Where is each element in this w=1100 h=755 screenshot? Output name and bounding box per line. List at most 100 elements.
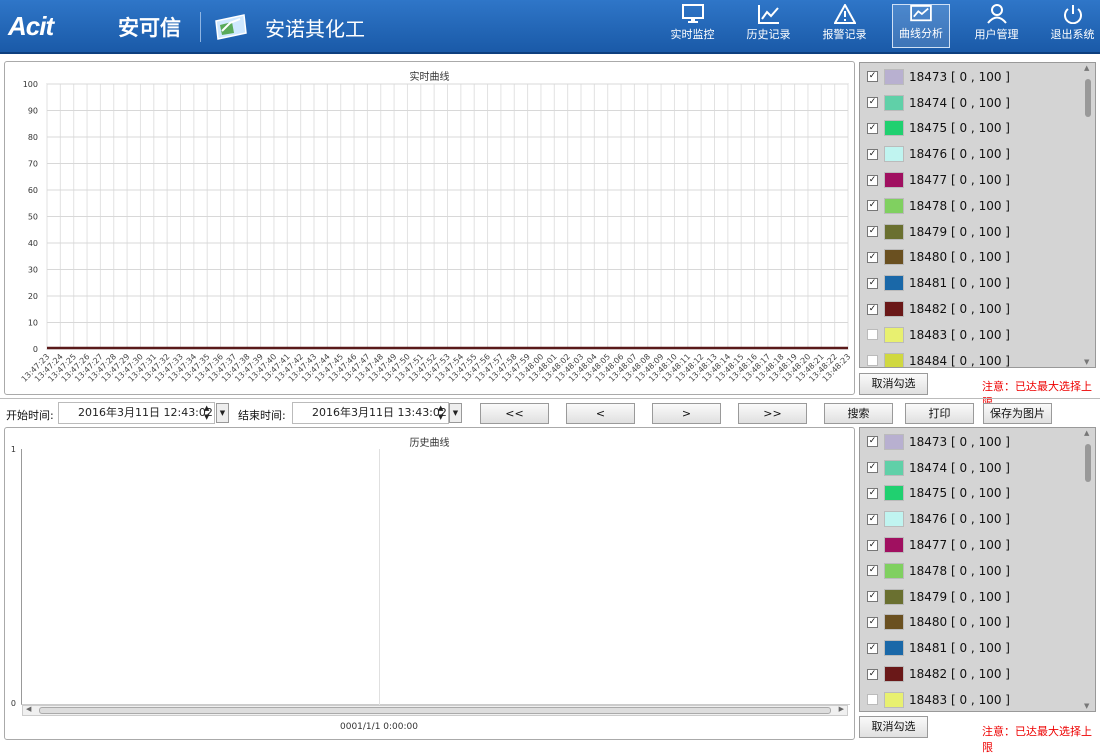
nav-curve-analysis[interactable]: 曲线分析 (892, 4, 950, 48)
legend-label: 18478 [ 0 , 100 ] (909, 198, 1010, 213)
legend-label: 18477 [ 0 , 100 ] (909, 538, 1010, 553)
legend-color-swatch (884, 223, 904, 240)
spinner-icon[interactable]: ▲ ▼ (438, 404, 443, 422)
legend-item[interactable]: 18483 [ 0 , 100 ] (860, 322, 1095, 348)
nav-label: 用户管理 (974, 28, 1019, 41)
legend-item[interactable]: ✓ 18477 [ 0 , 100 ] (860, 167, 1095, 193)
legend-label: 18473 [ 0 , 100 ] (909, 69, 1010, 84)
legend-checkbox[interactable]: ✓ (867, 71, 878, 83)
legend-checkbox[interactable]: ✓ (867, 462, 878, 474)
legend-item[interactable]: ✓ 18473 [ 0 , 100 ] (860, 64, 1095, 90)
print-button[interactable]: 打印 (905, 403, 974, 424)
spinner-icon[interactable]: ▲ ▼ (204, 404, 209, 422)
legend-checkbox[interactable]: ✓ (867, 200, 878, 212)
legend-color-swatch (884, 249, 904, 266)
nav-user-management[interactable]: 用户管理 (959, 4, 1034, 48)
legend-checkbox[interactable]: ✓ (867, 251, 878, 263)
y-tick-label: 70 (28, 160, 38, 169)
legend-label: 18478 [ 0 , 100 ] (909, 563, 1010, 578)
legend-scrollbar[interactable]: ▲ ▼ (1083, 429, 1093, 710)
cancel-selection-button[interactable]: 取消勾选 (859, 716, 928, 738)
legend-item[interactable]: ✓ 18482 [ 0 , 100 ] (860, 661, 1095, 687)
prev-page-button[interactable]: < (566, 403, 635, 424)
legend-label: 18476 [ 0 , 100 ] (909, 147, 1010, 162)
legend-item[interactable]: ✓ 18476 [ 0 , 100 ] (860, 506, 1095, 532)
legend-checkbox[interactable]: ✓ (867, 487, 878, 499)
legend-checkbox[interactable]: ✓ (867, 642, 878, 654)
end-time-picker[interactable]: 2016年3月11日 13:43:02 ▲ ▼ (292, 402, 449, 424)
legend-color-swatch (884, 666, 904, 683)
history-x-label: 0001/1/1 0:00:00 (340, 722, 418, 732)
start-time-picker[interactable]: 2016年3月11日 12:43:02 ▲ ▼ (58, 402, 215, 424)
legend-color-swatch (884, 68, 904, 85)
legend-checkbox[interactable]: ✓ (867, 277, 878, 289)
y-tick-label: 20 (28, 292, 38, 301)
legend-checkbox[interactable]: ✓ (867, 668, 878, 680)
legend-label: 18480 [ 0 , 100 ] (909, 615, 1010, 630)
legend-checkbox[interactable]: ✓ (867, 97, 878, 109)
legend-item[interactable]: 18483 [ 0 , 100 ] (860, 687, 1095, 711)
legend-color-swatch (884, 691, 904, 708)
legend-item[interactable]: ✓ 18479 [ 0 , 100 ] (860, 584, 1095, 610)
nav-label: 曲线分析 (899, 27, 943, 40)
curve-chart-icon (910, 5, 932, 22)
legend-checkbox[interactable]: ✓ (867, 174, 878, 186)
y-tick-label: 100 (23, 80, 38, 89)
legend-item[interactable]: ✓ 18478 [ 0 , 100 ] (860, 558, 1095, 584)
save-as-image-button[interactable]: 保存为图片 (983, 403, 1052, 424)
legend-item[interactable]: ✓ 18481 [ 0 , 100 ] (860, 635, 1095, 661)
legend-color-swatch (884, 614, 904, 631)
legend-item[interactable]: 18484 [ 0 , 100 ] (860, 348, 1095, 367)
legend-label: 18475 [ 0 , 100 ] (909, 486, 1010, 501)
nav-exit-system[interactable]: 退出系统 (1035, 4, 1100, 48)
legend-item[interactable]: ✓ 18473 [ 0 , 100 ] (860, 429, 1095, 455)
legend-checkbox[interactable]: ✓ (867, 148, 878, 160)
legend-scrollbar[interactable]: ▲ ▼ (1083, 64, 1093, 366)
legend-checkbox[interactable] (867, 329, 878, 341)
legend-color-swatch (884, 120, 904, 137)
user-icon (986, 4, 1007, 24)
legend-label: 18482 [ 0 , 100 ] (909, 667, 1010, 682)
legend-item[interactable]: ✓ 18481 [ 0 , 100 ] (860, 270, 1095, 296)
history-plot-divider (379, 449, 380, 705)
legend-checkbox[interactable]: ✓ (867, 616, 878, 628)
search-button[interactable]: 搜索 (824, 403, 893, 424)
legend-item[interactable]: ✓ 18475 [ 0 , 100 ] (860, 481, 1095, 507)
history-chart-title: 历史曲线 (409, 438, 450, 449)
legend-checkbox[interactable]: ✓ (867, 513, 878, 525)
legend-label: 18483 [ 0 , 100 ] (909, 327, 1010, 342)
cancel-selection-button[interactable]: 取消勾选 (859, 373, 928, 395)
legend-checkbox[interactable]: ✓ (867, 565, 878, 577)
legend-checkbox[interactable]: ✓ (867, 122, 878, 134)
last-page-button[interactable]: >> (738, 403, 807, 424)
legend-checkbox[interactable]: ✓ (867, 591, 878, 603)
legend-item[interactable]: ✓ 18474 [ 0 , 100 ] (860, 90, 1095, 116)
legend-checkbox[interactable] (867, 694, 878, 706)
legend-checkbox[interactable]: ✓ (867, 303, 878, 315)
legend-item[interactable]: ✓ 18479 [ 0 , 100 ] (860, 219, 1095, 245)
legend-checkbox[interactable] (867, 355, 878, 367)
legend-item[interactable]: ✓ 18482 [ 0 , 100 ] (860, 296, 1095, 322)
legend-item[interactable]: ✓ 18477 [ 0 , 100 ] (860, 532, 1095, 558)
legend-item[interactable]: ✓ 18474 [ 0 , 100 ] (860, 455, 1095, 481)
legend-color-swatch (884, 275, 904, 292)
first-page-button[interactable]: << (480, 403, 549, 424)
end-time-dropdown[interactable]: ▼ (449, 403, 462, 423)
legend-item[interactable]: ✓ 18476 [ 0 , 100 ] (860, 141, 1095, 167)
legend-checkbox[interactable]: ✓ (867, 539, 878, 551)
legend-checkbox[interactable]: ✓ (867, 226, 878, 238)
legend-color-swatch (884, 172, 904, 189)
next-page-button[interactable]: > (652, 403, 721, 424)
legend-item[interactable]: ✓ 18475 [ 0 , 100 ] (860, 116, 1095, 142)
legend-item[interactable]: ✓ 18480 [ 0 , 100 ] (860, 245, 1095, 271)
y-tick-label: 80 (28, 133, 38, 142)
legend-label: 18476 [ 0 , 100 ] (909, 512, 1010, 527)
y-tick-label: 30 (28, 266, 38, 275)
legend-item[interactable]: ✓ 18478 [ 0 , 100 ] (860, 193, 1095, 219)
legend-label: 18477 [ 0 , 100 ] (909, 173, 1010, 188)
start-time-dropdown[interactable]: ▼ (216, 403, 229, 423)
legend-color-swatch (884, 485, 904, 502)
legend-item[interactable]: ✓ 18480 [ 0 , 100 ] (860, 610, 1095, 636)
history-horizontal-scrollbar[interactable]: ◀ ▶ (22, 705, 848, 716)
legend-checkbox[interactable]: ✓ (867, 436, 878, 448)
